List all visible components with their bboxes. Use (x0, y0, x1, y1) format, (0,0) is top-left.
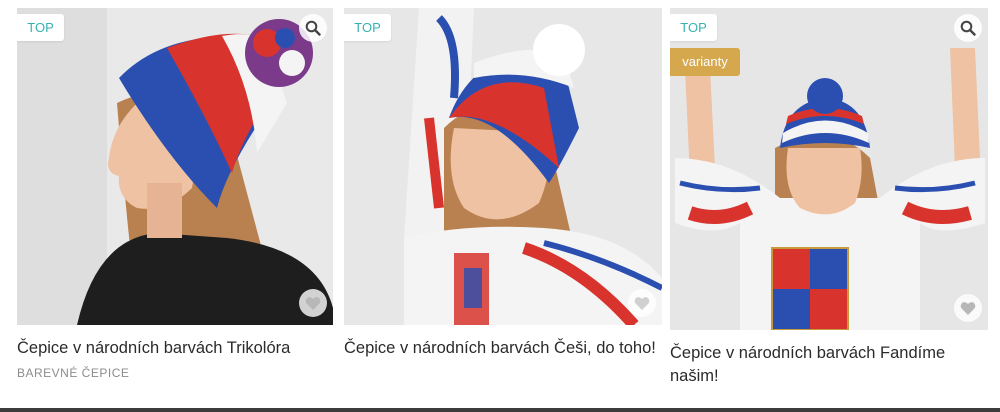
top-badge: TOP (344, 14, 391, 41)
zoom-button[interactable] (299, 14, 327, 42)
search-icon (960, 20, 976, 36)
favorite-button[interactable] (299, 289, 327, 317)
favorite-button[interactable] (954, 294, 982, 322)
product-title[interactable]: Čepice v národních barvách Fandíme našim… (670, 342, 988, 388)
zoom-button[interactable] (954, 14, 982, 42)
product-card[interactable]: TOP Čepice v národních barvách Češi, do … (344, 8, 662, 360)
product-category[interactable]: BAREVNÉ ČEPICE (17, 366, 333, 380)
bottom-divider (0, 408, 1000, 412)
product-image[interactable]: TOP varianty (670, 8, 988, 330)
product-photo-girl-jersey-hat (344, 8, 662, 325)
variants-badge: varianty (670, 48, 740, 76)
heart-icon (960, 301, 976, 315)
top-badge: TOP (670, 14, 717, 41)
product-image[interactable]: TOP (17, 8, 333, 325)
heart-icon (305, 296, 321, 310)
product-card[interactable]: TOP Čepice v národních barvách Trikolóra… (17, 8, 333, 380)
top-badge: TOP (17, 14, 64, 41)
favorite-button[interactable] (628, 289, 656, 317)
product-image[interactable]: TOP (344, 8, 662, 325)
product-card[interactable]: TOP varianty Čepice v národních barvách … (670, 8, 988, 388)
heart-icon (634, 296, 650, 310)
product-photo-girl-tricolor-hat (17, 8, 333, 325)
search-icon (305, 20, 321, 36)
product-title[interactable]: Čepice v národních barvách Trikolóra (17, 337, 333, 360)
product-title[interactable]: Čepice v národních barvách Češi, do toho… (344, 337, 662, 360)
